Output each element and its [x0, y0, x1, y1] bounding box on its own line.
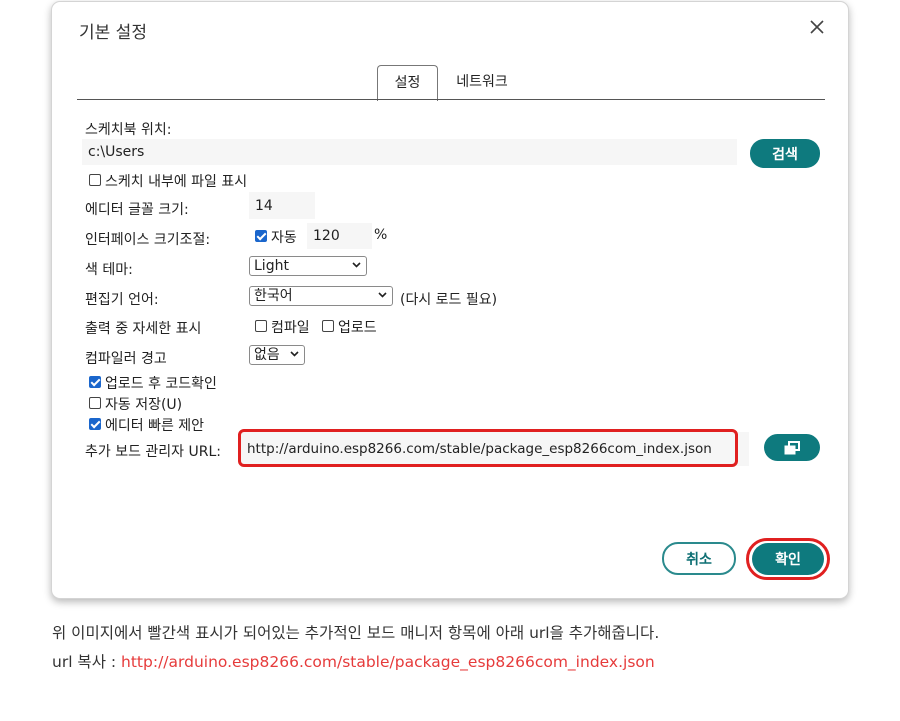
language-label: 편집기 언어:: [85, 292, 159, 308]
browse-button[interactable]: 검색: [750, 139, 820, 168]
verbose-upload-label: 업로드: [338, 320, 377, 336]
scale-value-input[interactable]: [307, 223, 372, 249]
compiler-warnings-label: 컴파일러 경고: [85, 351, 167, 367]
chevron-down-icon: [378, 292, 387, 298]
edit-urls-button[interactable]: [764, 434, 820, 461]
interface-scale-label: 인터페이스 크기조절:: [85, 232, 211, 248]
ok-button[interactable]: 확인: [752, 543, 824, 575]
editor-font-size-input[interactable]: [249, 192, 315, 219]
tab-settings[interactable]: 설정: [377, 65, 438, 101]
cancel-button[interactable]: 취소: [662, 542, 736, 575]
show-inside-sketch-label: 스케치 내부에 파일 표시: [105, 174, 248, 190]
verify-after-upload-label: 업로드 후 코드확인: [105, 376, 217, 392]
auto-scale-checkbox[interactable]: [255, 230, 267, 242]
verbose-compile-label: 컴파일: [271, 320, 310, 336]
reload-required-note: (다시 로드 필요): [400, 292, 498, 308]
caption-line-2: url 복사 : http://arduino.esp8266.com/stab…: [52, 650, 655, 672]
theme-select[interactable]: Light: [249, 256, 367, 276]
sketchbook-path-input[interactable]: [82, 139, 737, 165]
caption-line-1: 위 이미지에서 빨간색 표시가 되어있는 추가적인 보드 매니저 항목에 아래 …: [52, 624, 660, 642]
verbose-output-label: 출력 중 자세한 표시: [85, 321, 202, 337]
compiler-warnings-value: 없음: [254, 347, 280, 363]
chevron-down-icon: [352, 262, 361, 268]
auto-scale-label: 자동: [271, 230, 297, 246]
theme-label: 색 테마:: [85, 262, 133, 278]
chevron-down-icon: [290, 351, 299, 357]
language-value: 한국어: [254, 288, 293, 304]
verbose-compile-checkbox[interactable]: [255, 320, 267, 332]
verbose-upload-checkbox[interactable]: [322, 320, 334, 332]
window-stack-icon: [784, 440, 800, 454]
board-urls-label: 추가 보드 관리자 URL:: [85, 444, 222, 460]
tab-network[interactable]: 네트워크: [442, 65, 522, 100]
language-select[interactable]: 한국어: [249, 286, 393, 306]
dialog-title: 기본 설정: [79, 23, 147, 43]
sketchbook-label: 스케치북 위치:: [85, 122, 172, 138]
highlight-box-board-urls: [238, 429, 738, 467]
compiler-warnings-select[interactable]: 없음: [249, 345, 305, 365]
percent-sign: %: [374, 227, 388, 243]
quick-suggestions-label: 에디터 빠른 제안: [105, 418, 205, 434]
show-inside-sketch-checkbox[interactable]: [89, 174, 101, 186]
theme-value: Light: [254, 258, 289, 274]
verify-after-upload-checkbox[interactable]: [89, 376, 101, 388]
close-icon[interactable]: [808, 18, 826, 36]
auto-save-checkbox[interactable]: [89, 397, 101, 409]
preferences-dialog: 기본 설정 설정 네트워크 스케치북 위치: 검색 스케치 내부에 파일 표시 …: [51, 1, 849, 599]
editor-font-size-label: 에디터 글꼴 크기:: [85, 202, 189, 218]
auto-save-label: 자동 저장(U): [105, 397, 183, 413]
tab-divider: [77, 99, 825, 100]
quick-suggestions-checkbox[interactable]: [89, 418, 101, 430]
caption-url-link[interactable]: http://arduino.esp8266.com/stable/packag…: [121, 653, 655, 671]
caption-url-prefix: url 복사 :: [52, 653, 122, 671]
